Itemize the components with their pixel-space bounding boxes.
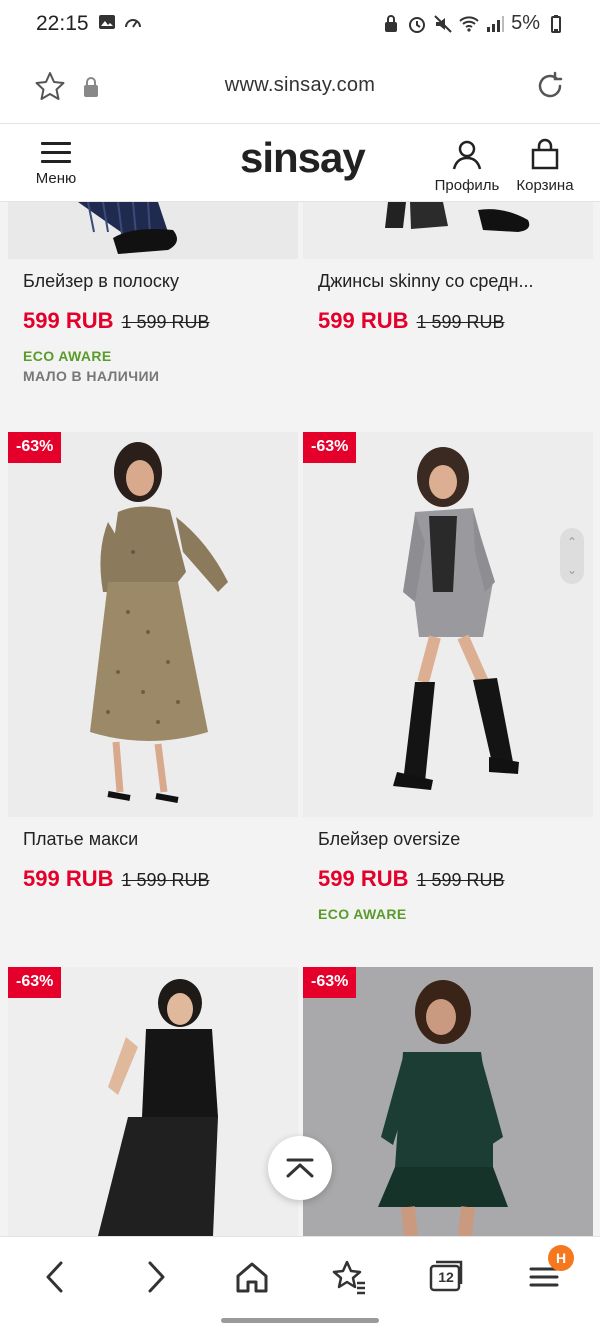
product-card[interactable]: Блейзер в полоску 599 RUB 1 599 RUB ECO … bbox=[8, 202, 298, 384]
product-name[interactable]: Блейзер oversize bbox=[318, 829, 580, 850]
product-image[interactable]: -63% bbox=[8, 432, 298, 817]
browser-url-bar: www.sinsay.com bbox=[0, 50, 600, 124]
product-photo bbox=[303, 967, 593, 1236]
bag-icon bbox=[531, 138, 559, 170]
product-price: 599 RUB bbox=[23, 308, 114, 333]
eco-aware-tag: ECO AWARE bbox=[318, 906, 407, 922]
product-photo bbox=[303, 202, 593, 259]
battery-icon bbox=[551, 14, 561, 33]
profile-button[interactable]: Профиль bbox=[428, 138, 506, 194]
product-old-price: 1 599 RUB bbox=[416, 870, 505, 890]
product-image[interactable] bbox=[303, 202, 593, 259]
product-price: 599 RUB bbox=[318, 866, 409, 891]
eco-aware-tag: ECO AWARE bbox=[23, 348, 112, 364]
product-old-price: 1 599 RUB bbox=[416, 312, 505, 332]
product-old-price: 1 599 RUB bbox=[121, 312, 210, 332]
product-image[interactable]: -63% bbox=[303, 432, 593, 817]
discount-badge: -63% bbox=[8, 967, 62, 998]
menu-button[interactable]: Меню bbox=[28, 138, 84, 194]
product-photo bbox=[8, 967, 298, 1236]
product-old-price: 1 599 RUB bbox=[121, 870, 210, 890]
scroll-to-top-button[interactable] bbox=[268, 1136, 332, 1200]
product-name[interactable]: Джинсы skinny со средн... bbox=[318, 271, 580, 292]
status-time: 22:15 bbox=[36, 12, 89, 35]
chevron-up-icon: ⌃ bbox=[566, 535, 578, 549]
gallery-notification-icon bbox=[99, 15, 115, 29]
scroll-handle[interactable]: ⌃ ⌄ bbox=[560, 528, 584, 584]
speedometer-icon bbox=[125, 19, 141, 28]
signal-icon bbox=[487, 15, 505, 32]
url-text[interactable]: www.sinsay.com bbox=[0, 74, 600, 97]
product-card[interactable]: Джинсы skinny со средн... 599 RUB 1 599 … bbox=[303, 202, 593, 334]
tabs-button[interactable]: 12 bbox=[426, 1257, 466, 1297]
product-photo bbox=[303, 432, 593, 817]
product-grid: Блейзер в полоску 599 RUB 1 599 RUB ECO … bbox=[0, 202, 600, 1236]
home-icon[interactable] bbox=[232, 1257, 272, 1297]
scroll-to-top-icon bbox=[286, 1158, 314, 1178]
profile-label: Профиль bbox=[434, 177, 500, 194]
home-indicator[interactable] bbox=[221, 1318, 379, 1323]
discount-badge: -63% bbox=[303, 432, 357, 463]
lock-status-icon bbox=[385, 14, 398, 32]
product-photo bbox=[8, 202, 298, 259]
user-icon bbox=[452, 140, 482, 170]
reload-icon[interactable] bbox=[534, 70, 566, 102]
chevron-down-icon: ⌄ bbox=[566, 563, 578, 577]
product-image[interactable]: -63% bbox=[8, 967, 298, 1236]
product-price: 599 RUB bbox=[318, 308, 409, 333]
product-name[interactable]: Блейзер в полоску bbox=[23, 271, 285, 292]
discount-badge: -63% bbox=[8, 432, 62, 463]
site-header: Меню sinsay Профиль Корзина bbox=[0, 124, 600, 202]
product-card[interactable]: -63% Блейзер oversize 599 RUB 1 599 RUB … bbox=[303, 432, 593, 922]
mute-icon bbox=[434, 14, 452, 33]
notification-badge: Н bbox=[548, 1245, 574, 1271]
battery-level: 5% bbox=[511, 12, 540, 34]
cart-button[interactable]: Корзина bbox=[508, 138, 582, 194]
forward-icon[interactable] bbox=[135, 1257, 175, 1297]
sinsay-logo[interactable]: sinsay bbox=[240, 134, 366, 182]
product-card[interactable]: -63% bbox=[8, 967, 298, 1236]
product-name[interactable]: Платье макси bbox=[23, 829, 285, 850]
bookmarks-icon[interactable] bbox=[329, 1257, 369, 1297]
browser-menu-button[interactable]: Н bbox=[524, 1245, 574, 1297]
product-price: 599 RUB bbox=[23, 866, 114, 891]
product-image[interactable] bbox=[8, 202, 298, 259]
menu-label: Меню bbox=[35, 170, 77, 187]
menu-icon bbox=[41, 142, 71, 164]
product-card[interactable]: -63% Платье макси 599 RUB 1 599 RUB bbox=[8, 432, 298, 892]
product-card[interactable]: -63% bbox=[303, 967, 593, 1236]
product-photo bbox=[8, 432, 298, 817]
wifi-icon bbox=[459, 15, 479, 32]
product-image[interactable]: -63% bbox=[303, 967, 593, 1236]
low-stock-tag: МАЛО В НАЛИЧИИ bbox=[23, 368, 160, 384]
back-icon[interactable] bbox=[36, 1257, 76, 1297]
alarm-icon bbox=[409, 16, 426, 33]
discount-badge: -63% bbox=[303, 967, 357, 998]
status-bar: 22:15 5% bbox=[0, 0, 600, 50]
tab-count: 12 bbox=[438, 1269, 454, 1285]
cart-label: Корзина bbox=[516, 177, 574, 194]
